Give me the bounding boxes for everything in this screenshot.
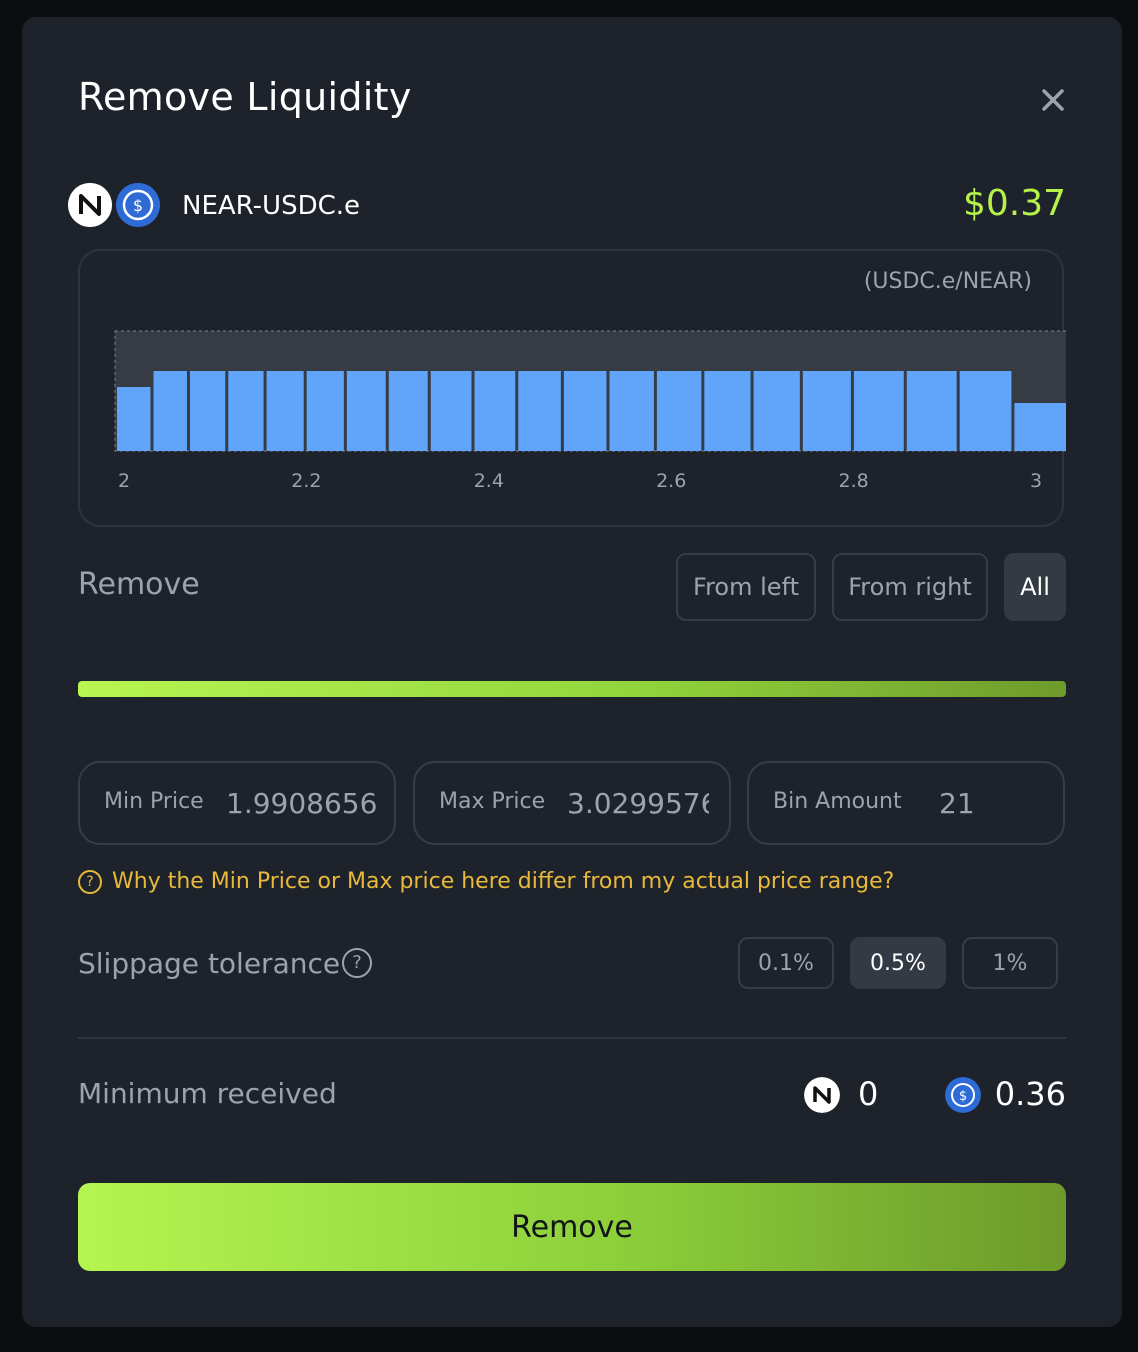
liquidity-bar (959, 371, 1012, 451)
bin-amount-input[interactable] (939, 783, 1039, 823)
near-token-icon (804, 1077, 840, 1113)
liquidity-bar (306, 371, 344, 451)
min-price-label: Min Price (104, 789, 204, 814)
remove-label: Remove (78, 567, 200, 602)
max-price-label: Max Price (439, 789, 546, 814)
slippage-0-1-button[interactable]: 0.1% (738, 937, 834, 989)
liquidity-bar (518, 371, 561, 451)
remove-range-bar[interactable] (78, 681, 1066, 697)
min-price-field[interactable]: Min Price (78, 761, 396, 845)
close-icon[interactable] (1038, 85, 1068, 115)
liquidity-bar (656, 371, 702, 451)
liquidity-bar (563, 371, 607, 451)
liquidity-chart: (USDC.e/NEAR) 2 2.2 2.4 2.6 2.8 3 (78, 249, 1066, 527)
x-tick-label: 2.4 (474, 470, 504, 492)
liquidity-bar (189, 371, 226, 451)
max-price-input[interactable] (567, 783, 709, 823)
min-price-input[interactable] (226, 783, 376, 823)
slippage-label: Slippage tolerance (78, 947, 341, 980)
price-range-help-link[interactable]: ? Why the Min Price or Max price here dif… (78, 869, 894, 894)
liquidity-bar (388, 371, 428, 451)
usdc-min-amount: 0.36 (994, 1075, 1066, 1113)
liquidity-bar (906, 371, 957, 451)
near-token-icon (68, 183, 112, 227)
liquidity-bar (266, 371, 304, 451)
liquidity-bar (853, 371, 904, 451)
x-tick-label: 2.2 (291, 470, 321, 492)
from-left-button[interactable]: From left (676, 553, 816, 621)
remove-button[interactable]: Remove (78, 1183, 1066, 1271)
bin-amount-label: Bin Amount (773, 789, 902, 814)
liquidity-bar (704, 371, 751, 451)
x-tick-label: 2.8 (838, 470, 868, 492)
liquidity-bar (753, 371, 800, 451)
slippage-1-button[interactable]: 1% (962, 937, 1058, 989)
bin-amount-field[interactable]: Bin Amount (747, 761, 1065, 845)
slippage-0-5-button[interactable]: 0.5% (850, 937, 946, 989)
liquidity-bar (430, 371, 472, 451)
x-tick-label: 3 (1030, 470, 1042, 492)
max-price-field[interactable]: Max Price (413, 761, 731, 845)
pair-value: $0.37 (962, 183, 1066, 224)
pair-row: $ NEAR-USDC.e $0.37 (68, 183, 1066, 229)
from-right-button[interactable]: From right (832, 553, 988, 621)
price-range-help-text: Why the Min Price or Max price here diff… (112, 869, 895, 894)
liquidity-bar (346, 371, 386, 451)
liquidity-bar (117, 387, 151, 451)
all-button[interactable]: All (1004, 553, 1066, 621)
svg-text:$: $ (959, 1089, 967, 1104)
svg-text:$: $ (133, 196, 143, 215)
liquidity-bar (609, 371, 654, 451)
usdc-token-icon: $ (116, 183, 160, 227)
question-circle-icon: ? (78, 870, 102, 894)
liquidity-bar (228, 371, 264, 451)
near-min-amount: 0 (858, 1075, 879, 1113)
liquidity-bar (474, 371, 516, 451)
liquidity-bar (802, 371, 851, 451)
minimum-received-label: Minimum received (78, 1077, 337, 1110)
modal-title: Remove Liquidity (78, 75, 412, 119)
x-tick-label: 2 (118, 470, 130, 492)
divider (78, 1037, 1066, 1039)
help-icon[interactable]: ? (342, 948, 372, 978)
usdc-token-icon: $ (945, 1077, 981, 1113)
x-tick-label: 2.6 (656, 470, 686, 492)
remove-liquidity-modal: Remove Liquidity $ NEAR-USDC.e $0.37 (US… (22, 17, 1122, 1327)
liquidity-bar (1014, 403, 1066, 451)
liquidity-bar (153, 371, 187, 451)
chart-svg: 2 2.2 2.4 2.6 2.8 3 (114, 330, 1066, 492)
pair-name: NEAR-USDC.e (182, 191, 361, 221)
